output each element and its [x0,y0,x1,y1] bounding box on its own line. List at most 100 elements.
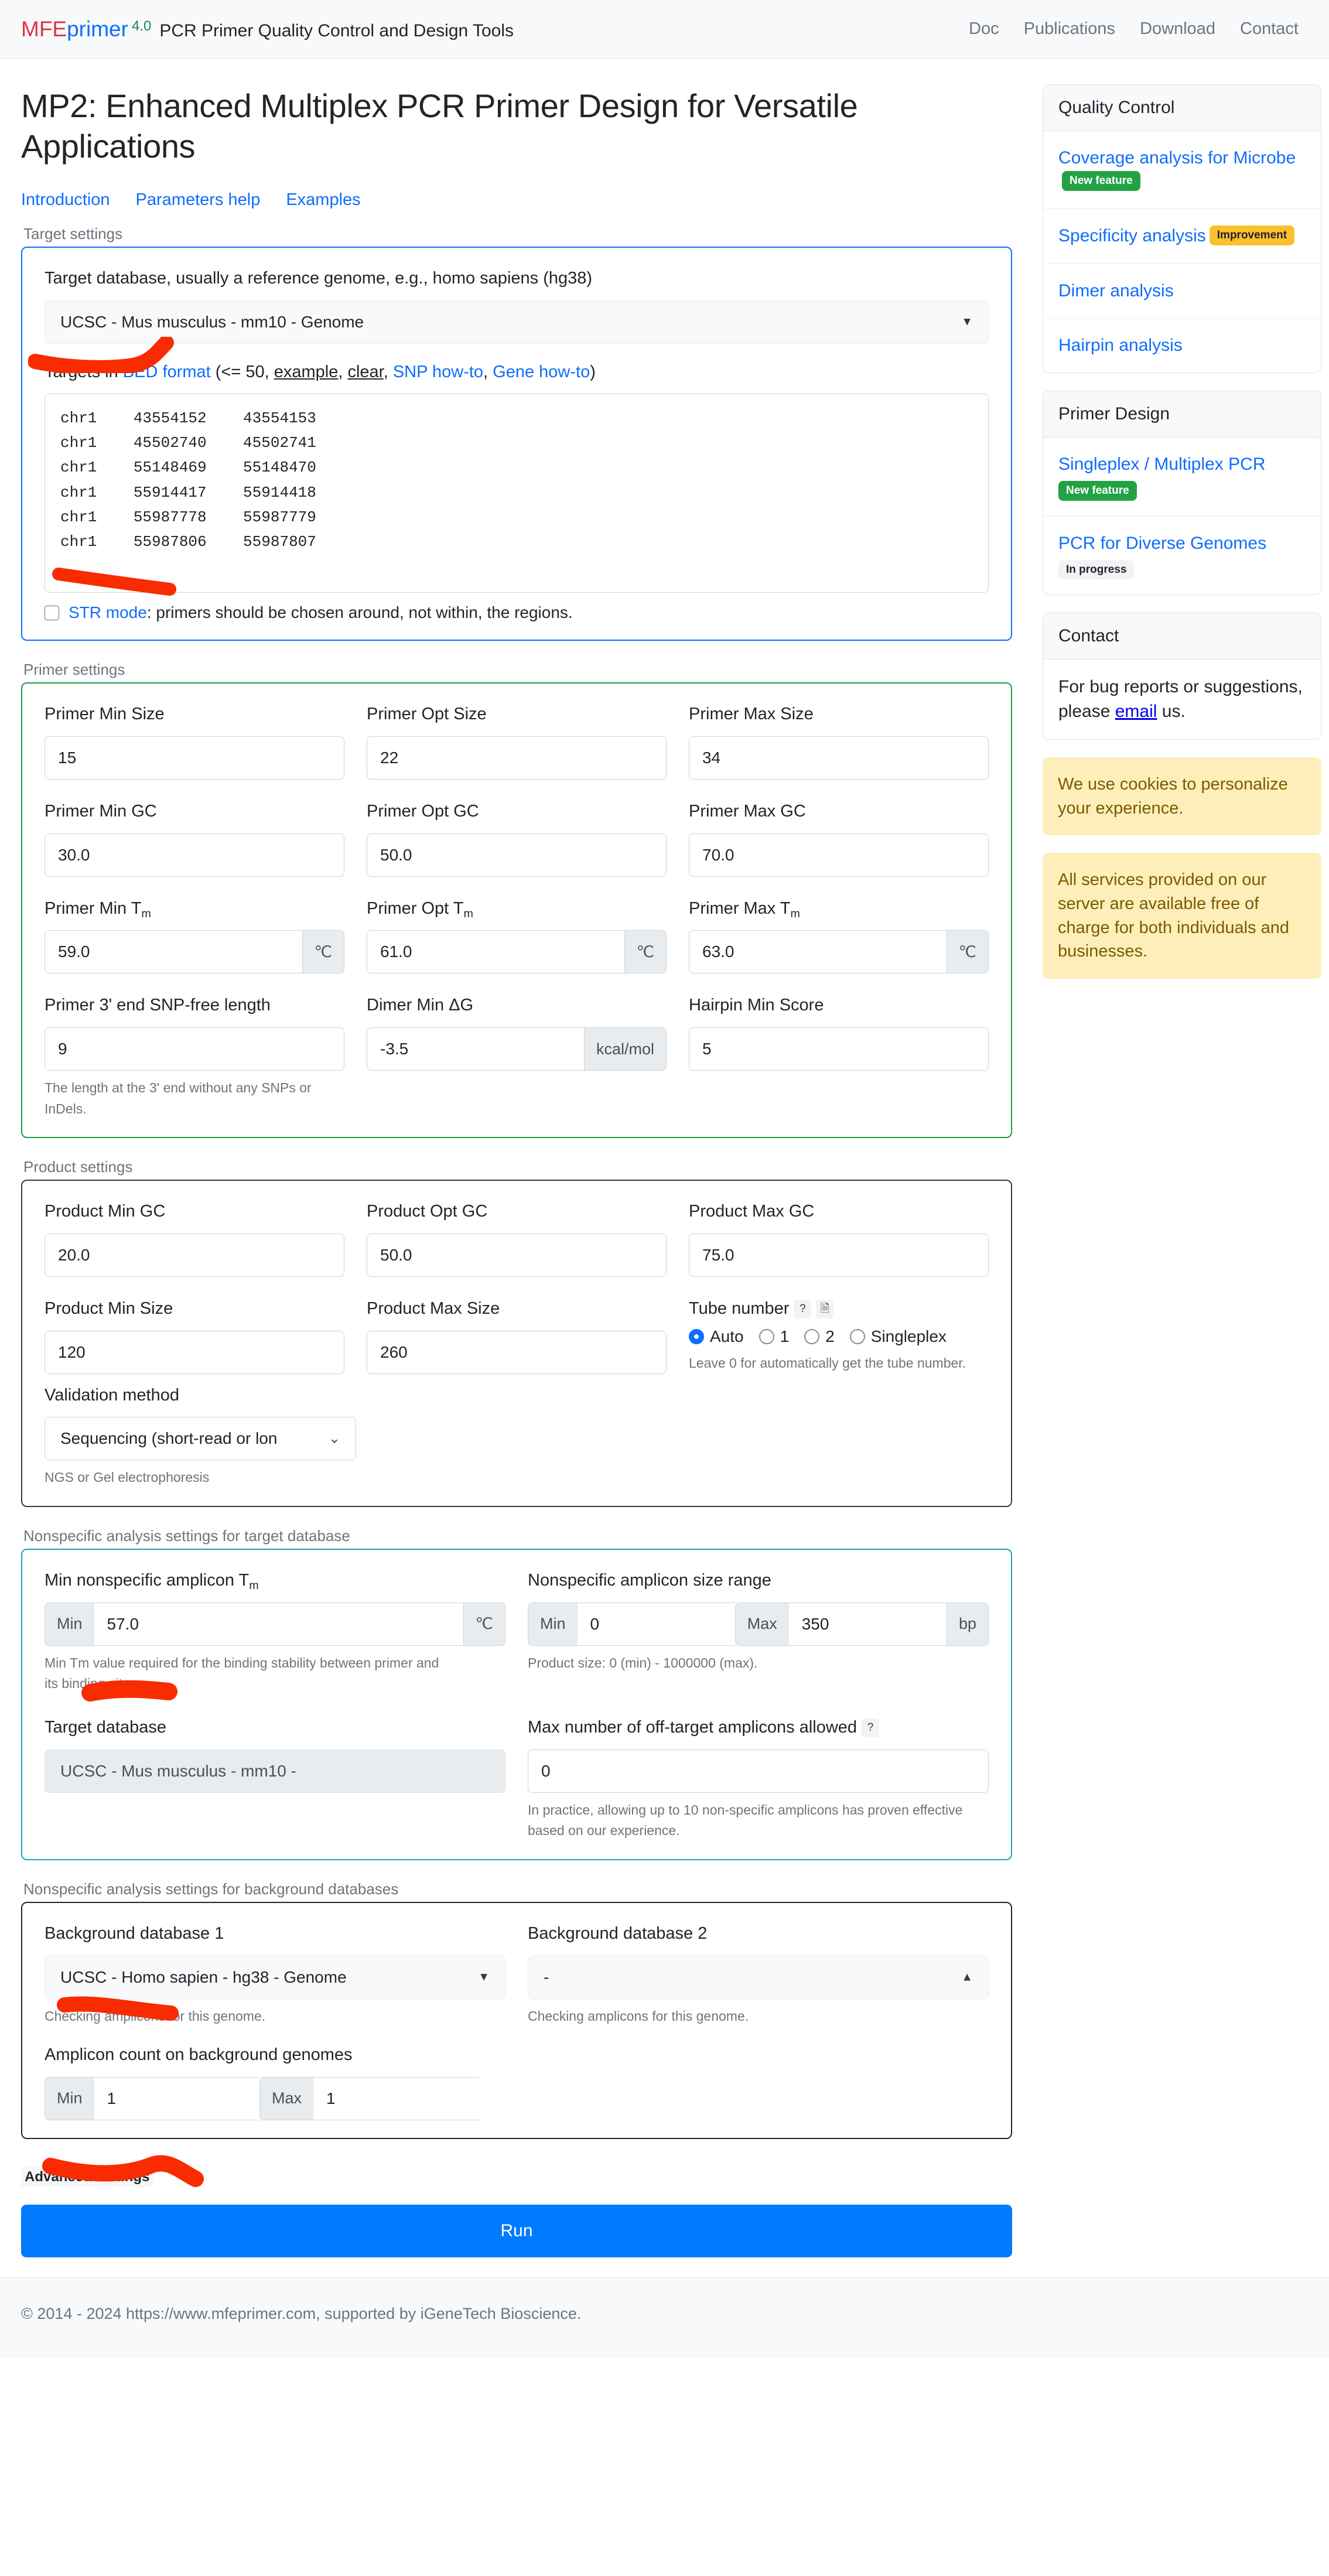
anchor-examples[interactable]: Examples [286,190,360,210]
primer-min-tm-label-text: Primer Min T [45,898,142,918]
primer-min-tm-input[interactable]: 59.0 [45,930,302,974]
product-opt-gc-input[interactable]: 50.0 [367,1233,667,1277]
tube-option-auto[interactable]: Auto [689,1327,744,1346]
pcr-diverse-genomes-link[interactable]: PCR for Diverse Genomes [1058,534,1266,553]
offtarget-amplicons-input[interactable]: 0 [528,1749,989,1793]
chevron-down-icon: ▼ [961,315,973,329]
amplicon-count-max-input[interactable]: 1 [313,2076,479,2120]
primer-min-tm-unit: ℃ [302,930,344,974]
radio-dot-singleplex[interactable] [849,1328,865,1344]
run-button[interactable]: Run [21,2204,1012,2257]
radio-dot-2[interactable] [804,1328,820,1344]
targets-comma-1: , [338,362,348,381]
product-opt-gc-label: Product Opt GC [367,1202,488,1221]
targets-mid-text: (<= 50, [210,362,274,381]
clear-link[interactable]: clear [347,363,383,381]
tube-option-1[interactable]: 1 [759,1327,789,1346]
primer-min-size-input[interactable]: 15 [45,736,344,780]
primer-max-size-input[interactable]: 34 [689,736,989,780]
dimer-min-dg-label: Dimer Min ΔG [367,996,474,1015]
tube-option-singleplex[interactable]: Singleplex [849,1327,947,1346]
product-min-size-label: Product Min Size [45,1299,173,1318]
product-min-size-input[interactable]: 120 [45,1330,344,1374]
hairpin-min-score-field: Hairpin Min Score 5 [689,995,989,1119]
anchor-introduction[interactable]: Introduction [21,190,110,210]
amplicon-count-min-input[interactable]: 1 [94,2076,259,2120]
min-nonspecific-tm-help: Min Tm value required for the binding st… [45,1655,439,1692]
bed-format-link[interactable]: BED format [123,363,211,381]
background-db2-select[interactable]: - ▲ [528,1955,989,1999]
product-size-tube-row: Product Min Size 120 Product Max Size 26… [45,1298,989,1374]
nonspecific-size-min-input[interactable]: 0 [577,1602,735,1646]
primer-opt-tm-label: Primer Opt Tm [367,898,667,920]
primary-nav: Doc Publications Download Contact [969,19,1308,39]
product-opt-gc-field: Product Opt GC 50.0 [367,1201,667,1277]
primer-max-tm-field: Primer Max Tm 63.0 ℃ [689,898,989,974]
specificity-analysis-link[interactable]: Specificity analysis [1058,226,1206,245]
hairpin-min-score-label: Hairpin Min Score [689,996,824,1015]
contact-text-after: us. [1157,702,1185,722]
gene-howto-link[interactable]: Gene how-to [493,363,590,381]
document-icon[interactable]: 🗎 [816,1300,834,1319]
email-link[interactable]: email [1115,702,1157,721]
nonspecific-size-max-input[interactable]: 350 [788,1602,947,1646]
str-mode-checkbox[interactable] [45,605,59,620]
nav-link-contact[interactable]: Contact [1240,19,1299,39]
product-min-gc-label: Product Min GC [45,1202,166,1221]
radio-dot-auto[interactable] [689,1328,704,1344]
nav-link-doc[interactable]: Doc [969,19,999,39]
primer-max-tm-input[interactable]: 63.0 [689,930,947,974]
str-mode-description: : primers should be chosen around, not w… [146,603,573,622]
sidebar-item-coverage-analysis[interactable]: Coverage analysis for Microbe New feature [1043,131,1321,210]
targets-format-label: Targets in BED format (<= 50, example, c… [45,361,989,384]
anchor-parameters-help[interactable]: Parameters help [136,190,261,210]
primer-min-gc-input[interactable]: 30.0 [45,833,344,877]
target-database-select[interactable]: UCSC - Mus musculus - mm10 - Genome ▼ [45,300,989,344]
nav-link-download[interactable]: Download [1140,19,1215,39]
primer-opt-size-input[interactable]: 22 [367,736,667,780]
bed-targets-textarea[interactable]: chr1 43554152 43554153 chr1 45502740 455… [45,394,989,593]
bed-textarea-wrap: chr1 43554152 43554153 chr1 45502740 455… [45,394,989,596]
hairpin-analysis-link[interactable]: Hairpin analysis [1058,336,1183,355]
background-db1-value: UCSC - Homo sapien - hg38 - Genome [60,1967,347,1986]
contact-body: For bug reports or suggestions, please e… [1043,660,1321,739]
brand-logo[interactable]: MFE primer 4.0 PCR Primer Quality Control … [21,17,514,42]
nav-link-publications[interactable]: Publications [1024,19,1115,39]
background-db1-select[interactable]: UCSC - Homo sapien - hg38 - Genome ▼ [45,1955,505,1999]
advanced-settings-toggle[interactable]: Advanced settings [21,2167,153,2187]
snp-free-length-input[interactable]: 9 [45,1027,344,1071]
coverage-analysis-link[interactable]: Coverage analysis for Microbe [1058,148,1296,168]
snp-howto-link[interactable]: SNP how-to [393,363,483,381]
str-mode-link[interactable]: STR mode [69,603,147,621]
primer-opt-gc-input[interactable]: 50.0 [367,833,667,877]
page-footer: © 2014 - 2024 https://www.mfeprimer.com,… [0,2277,1329,2358]
sidebar-item-singleplex-multiplex[interactable]: Singleplex / Multiplex PCR New feature [1043,438,1321,517]
dimer-min-dg-input[interactable]: -3.5 [367,1027,584,1071]
product-max-size-input[interactable]: 260 [367,1330,667,1374]
tube-option-2[interactable]: 2 [804,1327,835,1346]
product-max-gc-input[interactable]: 75.0 [689,1233,989,1277]
help-icon[interactable]: ? [794,1300,812,1319]
product-min-gc-input[interactable]: 20.0 [45,1233,344,1277]
hairpin-min-score-input[interactable]: 5 [689,1027,989,1071]
primer-opt-tm-input[interactable]: 61.0 [367,930,624,974]
radio-dot-1[interactable] [759,1328,774,1344]
sidebar-item-dimer-analysis[interactable]: Dimer analysis [1043,264,1321,319]
dimer-analysis-link[interactable]: Dimer analysis [1058,281,1174,300]
quality-control-title: Quality Control [1043,85,1321,131]
background-db2-help: Checking amplicons for this genome. [528,2008,749,2024]
singleplex-multiplex-link[interactable]: Singleplex / Multiplex PCR [1058,455,1265,474]
min-nonspecific-tm-prefix: Min [45,1602,94,1646]
validation-method-value: Sequencing (short-read or lon [60,1429,278,1448]
min-nonspecific-tm-label: Min nonspecific amplicon Tm [45,1570,505,1592]
help-icon[interactable]: ? [862,1719,880,1738]
background-db1-field: Background database 1 UCSC - Homo sapien… [45,1923,505,2027]
validation-method-select[interactable]: Sequencing (short-read or lon ⌄ [45,1417,356,1461]
sidebar-item-pcr-diverse-genomes[interactable]: PCR for Diverse Genomes In progress [1043,517,1321,595]
product-max-size-field: Product Max Size 260 [367,1298,667,1374]
sidebar-item-hairpin-analysis[interactable]: Hairpin analysis [1043,319,1321,373]
example-link[interactable]: example [274,363,339,381]
primer-max-gc-input[interactable]: 70.0 [689,833,989,877]
min-nonspecific-tm-input[interactable]: 57.0 [94,1602,463,1646]
sidebar-item-specificity-analysis[interactable]: Specificity analysis Improvement [1043,209,1321,264]
